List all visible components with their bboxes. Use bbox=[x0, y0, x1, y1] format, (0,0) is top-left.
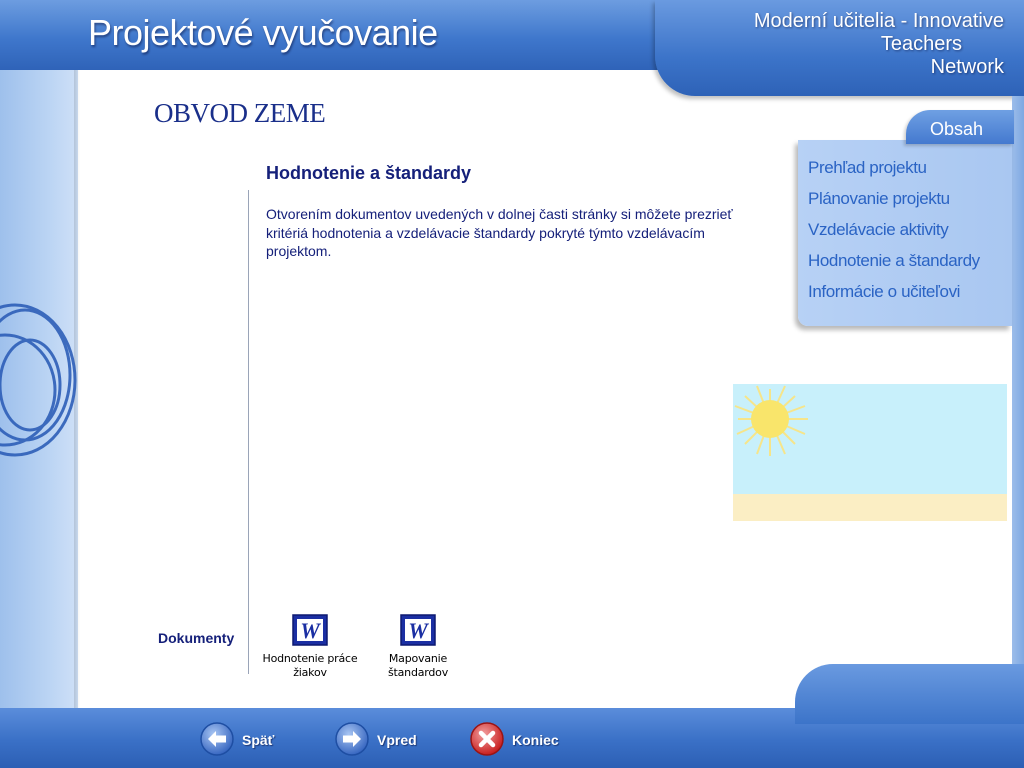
network-line-1: Moderní učitelia - Innovative bbox=[753, 10, 1004, 32]
swirl-decoration-icon bbox=[0, 303, 77, 457]
nav-item-prehlad-projektu[interactable]: Prehľad projektu bbox=[808, 158, 927, 178]
forward-button-label: Vpred bbox=[377, 732, 417, 748]
exit-button-label: Koniec bbox=[512, 732, 559, 748]
svg-text:W: W bbox=[408, 618, 429, 643]
network-line-2: Teachers bbox=[880, 33, 962, 55]
content-divider bbox=[248, 190, 249, 674]
network-line-3: Network bbox=[930, 56, 1004, 78]
network-title: Moderní učitelia - Innovative Teachers N… bbox=[754, 10, 1004, 79]
back-button-label: Späť bbox=[242, 732, 275, 748]
beach-sun-illustration bbox=[733, 384, 1007, 521]
obsah-tab-label: Obsah bbox=[930, 119, 984, 139]
word-document-icon: W bbox=[400, 614, 436, 646]
document-link-mapovanie[interactable]: W Mapovanie štandardov bbox=[358, 614, 478, 680]
nav-item-vzdelavacie-aktivity[interactable]: Vzdelávacie aktivity bbox=[808, 220, 949, 240]
obsah-tab: Obsah bbox=[906, 110, 1014, 144]
document-label: Mapovanie štandardov bbox=[387, 652, 449, 679]
nav-item-hodnotenie-a-standardy[interactable]: Hodnotenie a štandardy bbox=[808, 251, 980, 271]
document-link-hodnotenie[interactable]: W Hodnotenie práce žiakov bbox=[250, 614, 370, 680]
arrow-left-icon bbox=[200, 722, 234, 756]
documents-label: Dokumenty bbox=[158, 630, 235, 646]
arrow-right-icon bbox=[335, 722, 369, 756]
page-title: OBVOD ZEME bbox=[154, 98, 326, 128]
right-decorative-bar bbox=[1012, 96, 1024, 686]
forward-button[interactable]: Vpred bbox=[335, 720, 435, 760]
nav-item-informacie-o-ucitelovi[interactable]: Informácie o učiteľovi bbox=[808, 282, 960, 302]
back-button[interactable]: Späť bbox=[200, 720, 290, 760]
svg-text:W: W bbox=[300, 618, 321, 643]
app-title: Projektové vyučovanie bbox=[88, 12, 438, 53]
obsah-nav-panel: Prehľad projektu Plánovanie projektu Vzd… bbox=[798, 140, 1012, 326]
exit-button[interactable]: Koniec bbox=[470, 720, 570, 760]
section-body: Otvorením dokumentov uvedených v dolnej … bbox=[266, 206, 733, 259]
footer-corner bbox=[795, 664, 1024, 724]
section-title: Hodnotenie a štandardy bbox=[266, 163, 472, 183]
word-document-icon: W bbox=[292, 614, 328, 646]
header-network-banner: Moderní učitelia - Innovative Teachers N… bbox=[655, 0, 1024, 96]
close-icon bbox=[470, 722, 504, 756]
nav-item-planovanie-projektu[interactable]: Plánovanie projektu bbox=[808, 189, 950, 209]
document-label: Hodnotenie práce žiakov bbox=[262, 652, 358, 679]
